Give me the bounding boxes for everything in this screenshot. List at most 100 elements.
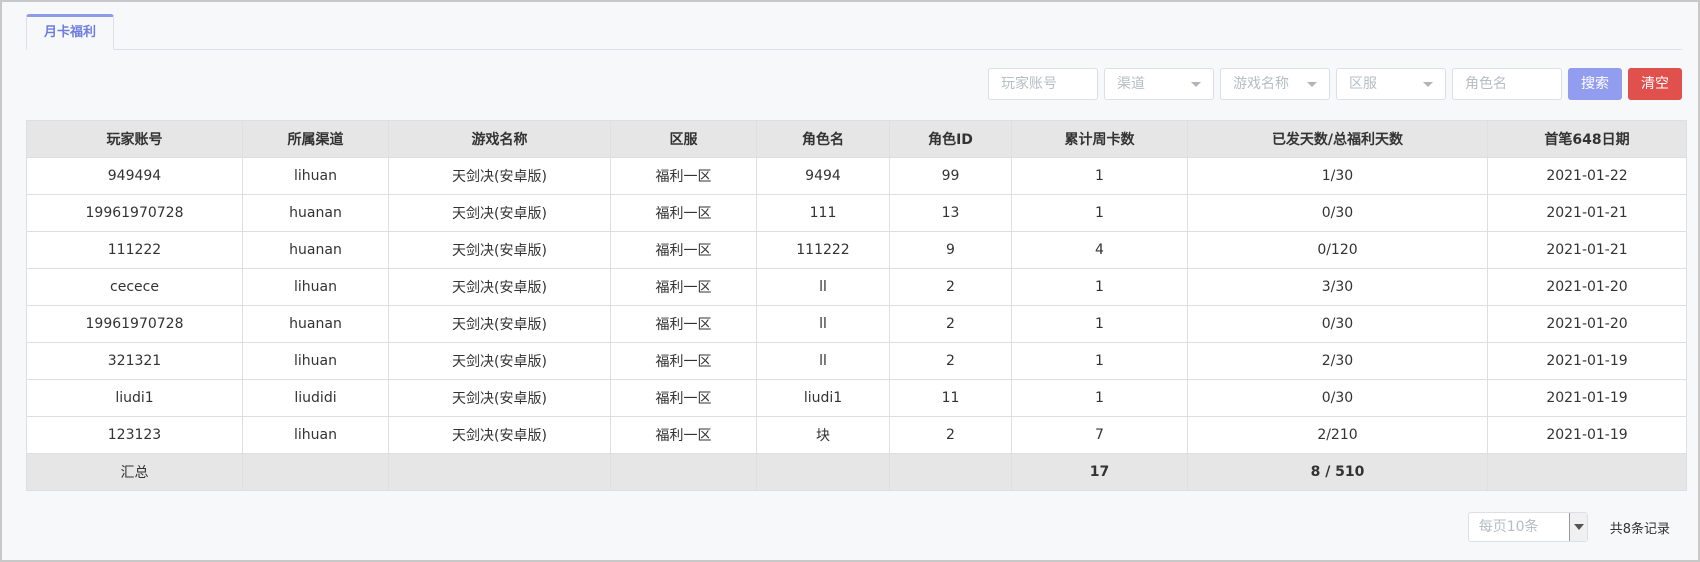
summary-cell: [242, 453, 389, 491]
search-button[interactable]: 搜索: [1568, 68, 1622, 100]
table-cell: cecece: [26, 268, 243, 306]
server-select-label: 区服: [1349, 76, 1377, 92]
total-records: 共8条记录: [1609, 521, 1670, 537]
table-cell: 2021-01-21: [1487, 194, 1687, 232]
table-cell: 11: [889, 379, 1012, 417]
table-cell: lihuan: [242, 157, 389, 195]
table-cell: 福利一区: [610, 379, 757, 417]
table-cell: 19961970728: [26, 194, 243, 232]
table-cell: 949494: [26, 157, 243, 195]
column-header[interactable]: 已发天数/总福利天数: [1187, 120, 1488, 158]
table-row[interactable]: 111222 huanan 天剑决(安卓版) 福利一区 111222 9 4 0…: [26, 231, 1687, 269]
table-cell: 2/30: [1187, 342, 1488, 380]
table-cell: ll: [756, 342, 890, 380]
table-cell: 2/210: [1187, 416, 1488, 454]
table-cell: huanan: [242, 194, 389, 232]
channel-select[interactable]: 渠道: [1104, 68, 1214, 100]
table-row[interactable]: 321321 lihuan 天剑决(安卓版) 福利一区 ll 2 1 2/30 …: [26, 342, 1687, 380]
table-row[interactable]: liudi1 liudidi 天剑决(安卓版) 福利一区 liudi1 11 1…: [26, 379, 1687, 417]
summary-cell: [388, 453, 611, 491]
table-cell: ll: [756, 305, 890, 343]
table-cell: 0/30: [1187, 194, 1488, 232]
table-cell: 3/30: [1187, 268, 1488, 306]
filter-bar: 渠道 游戏名称 区服 搜索 清空: [988, 68, 1682, 102]
table-cell: 块: [756, 416, 890, 454]
table-cell: 福利一区: [610, 342, 757, 380]
game-name-select[interactable]: 游戏名称: [1220, 68, 1330, 100]
table-cell: liudidi: [242, 379, 389, 417]
table-cell: 1/30: [1187, 157, 1488, 195]
clear-button[interactable]: 清空: [1628, 68, 1682, 100]
table-cell: 13: [889, 194, 1012, 232]
table-cell: 2: [889, 342, 1012, 380]
column-header[interactable]: 所属渠道: [242, 120, 389, 158]
page-size-select[interactable]: 每页10条: [1467, 512, 1588, 542]
table-row[interactable]: 949494 lihuan 天剑决(安卓版) 福利一区 9494 99 1 1/…: [26, 157, 1687, 195]
column-header[interactable]: 游戏名称: [388, 120, 611, 158]
table-cell: 天剑决(安卓版): [388, 416, 611, 454]
table-cell: 9494: [756, 157, 890, 195]
table-cell: lihuan: [242, 268, 389, 306]
column-header[interactable]: 区服: [610, 120, 757, 158]
server-select[interactable]: 区服: [1336, 68, 1446, 100]
welfare-table: 玩家账号 所属渠道 游戏名称 区服 角色名 角色ID 累计周卡数 已发天数/总福…: [26, 120, 1687, 491]
table-cell: ll: [756, 268, 890, 306]
table-cell: 0/30: [1187, 305, 1488, 343]
table-cell: 天剑决(安卓版): [388, 231, 611, 269]
column-header[interactable]: 角色名: [756, 120, 890, 158]
table-cell: 7: [1011, 416, 1188, 454]
table-cell: 2021-01-20: [1487, 305, 1687, 343]
game-name-select-label: 游戏名称: [1233, 76, 1289, 92]
table-cell: 天剑决(安卓版): [388, 342, 611, 380]
table-cell: 2: [889, 268, 1012, 306]
role-name-input[interactable]: [1465, 69, 1561, 99]
player-account-input[interactable]: [1001, 69, 1097, 99]
table-cell: 111: [756, 194, 890, 232]
table-cell: 9: [889, 231, 1012, 269]
tab-bar: 月卡福利: [26, 14, 1682, 50]
table-cell: 天剑决(安卓版): [388, 268, 611, 306]
table-row[interactable]: 123123 lihuan 天剑决(安卓版) 福利一区 块 2 7 2/210 …: [26, 416, 1687, 454]
summary-cell: [889, 453, 1012, 491]
column-header[interactable]: 角色ID: [889, 120, 1012, 158]
table-cell: 2021-01-19: [1487, 416, 1687, 454]
chevron-down-icon: [1307, 82, 1317, 87]
table-cell: 福利一区: [610, 194, 757, 232]
chevron-down-icon: [1191, 82, 1201, 87]
column-header[interactable]: 累计周卡数: [1011, 120, 1188, 158]
table-cell: 天剑决(安卓版): [388, 305, 611, 343]
table-cell: 99: [889, 157, 1012, 195]
page-size-label: 每页10条: [1478, 519, 1539, 535]
table-row[interactable]: 19961970728 huanan 天剑决(安卓版) 福利一区 111 13 …: [26, 194, 1687, 232]
table-cell: 福利一区: [610, 268, 757, 306]
table-cell: 123123: [26, 416, 243, 454]
table-cell: huanan: [242, 305, 389, 343]
column-header[interactable]: 玩家账号: [26, 120, 243, 158]
table-cell: 321321: [26, 342, 243, 380]
chevron-down-icon[interactable]: [1568, 513, 1587, 541]
table-cell: 111222: [756, 231, 890, 269]
table-cell: 0/30: [1187, 379, 1488, 417]
tab-monthly-card-welfare[interactable]: 月卡福利: [26, 14, 114, 50]
player-account-field[interactable]: [988, 68, 1098, 100]
table-cell: 天剑决(安卓版): [388, 157, 611, 195]
column-header[interactable]: 首笔648日期: [1487, 120, 1687, 158]
table-cell: 2021-01-20: [1487, 268, 1687, 306]
table-cell: lihuan: [242, 342, 389, 380]
table-cell: 111222: [26, 231, 243, 269]
table-cell: 2021-01-21: [1487, 231, 1687, 269]
summary-days-total: 8 / 510: [1187, 453, 1488, 491]
table-cell: 1: [1011, 157, 1188, 195]
table-cell: 0/120: [1187, 231, 1488, 269]
table-cell: 1: [1011, 268, 1188, 306]
table-cell: 1: [1011, 379, 1188, 417]
table-row[interactable]: cecece lihuan 天剑决(安卓版) 福利一区 ll 2 1 3/30 …: [26, 268, 1687, 306]
table-row[interactable]: 19961970728 huanan 天剑决(安卓版) 福利一区 ll 2 1 …: [26, 305, 1687, 343]
summary-cell: [756, 453, 890, 491]
role-name-field[interactable]: [1452, 68, 1562, 100]
table-cell: 19961970728: [26, 305, 243, 343]
table-cell: 1: [1011, 305, 1188, 343]
table-cell: 福利一区: [610, 416, 757, 454]
table-cell: lihuan: [242, 416, 389, 454]
table-cell: 2021-01-19: [1487, 342, 1687, 380]
